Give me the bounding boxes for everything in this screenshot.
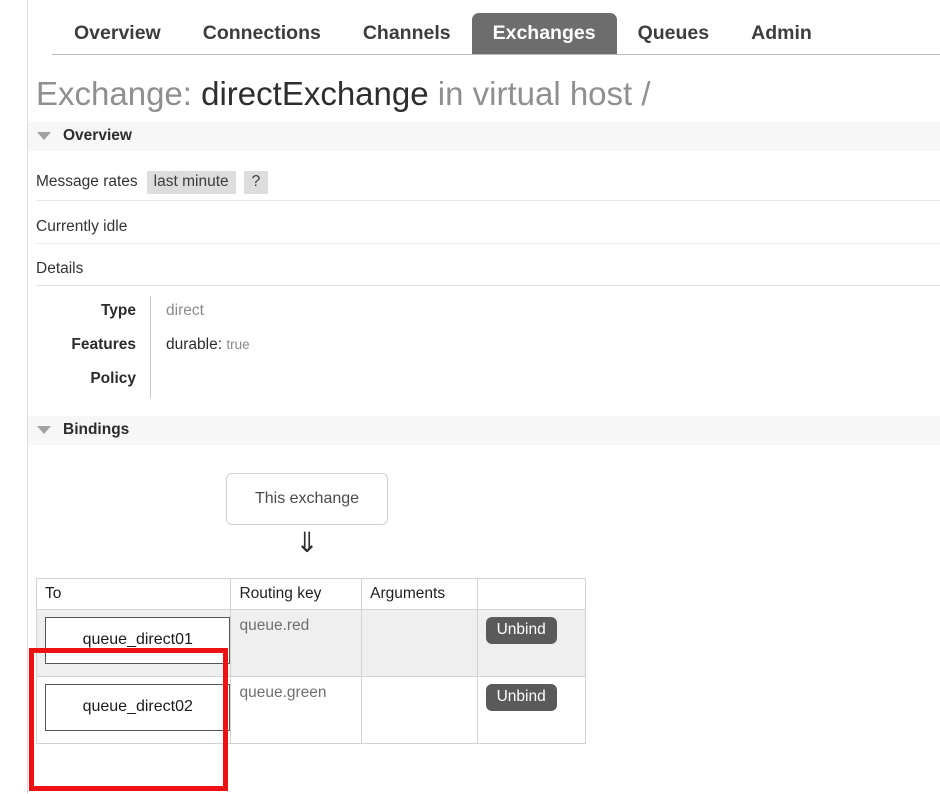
queue-link-box[interactable]: queue_direct01 — [45, 616, 231, 664]
routing-key-cell: queue.red — [230, 608, 363, 677]
bindings-col-header — [476, 577, 587, 610]
nav-tab-channels[interactable]: Channels — [342, 13, 472, 56]
overview-section-body: Message rates last minute ? Currently id… — [28, 151, 940, 398]
queue-link-box[interactable]: queue_direct02 — [45, 683, 231, 731]
bindings-table-wrapper: To Routing key Arguments queue_direct01 que… — [35, 577, 587, 744]
bindings-section-label: Bindings — [63, 421, 130, 439]
details-row: Policy — [36, 363, 940, 398]
details-key: Features — [71, 335, 136, 353]
down-arrow-icon: ⇓ — [295, 526, 319, 558]
nav-tab-overview[interactable]: Overview — [53, 13, 182, 56]
unbind-button[interactable]: Unbind — [485, 616, 557, 644]
details-key: Type — [100, 301, 136, 319]
details-value: direct — [150, 295, 940, 330]
arguments-cell — [361, 608, 478, 677]
unbind-button[interactable]: Unbind — [485, 683, 557, 711]
action-cell: Unbind — [476, 608, 587, 677]
message-rates-label: Message rates — [36, 173, 138, 191]
details-value: durable: true — [150, 329, 940, 364]
action-cell: Unbind — [476, 675, 587, 744]
bindings-table-header-row: To Routing key Arguments — [35, 577, 587, 610]
details-key: Policy — [90, 369, 136, 387]
bindings-col-header: Routing key — [230, 577, 363, 610]
triangle-down-icon[interactable] — [37, 132, 51, 141]
help-chip[interactable]: ? — [243, 170, 269, 194]
bindings-table-body: queue_direct01 queue.red Unbind queue_direc… — [35, 608, 587, 744]
bindings-table: To Routing key Arguments queue_direct01 que… — [35, 577, 587, 744]
routing-key-cell: queue.green — [230, 675, 363, 744]
table-row: queue_direct01 queue.red Unbind — [35, 608, 587, 677]
nav-tab-admin[interactable]: Admin — [730, 13, 833, 56]
source-exchange-box[interactable]: This exchange — [226, 472, 388, 525]
details-key-value-list: Type direct Features durable: true Policy — [36, 295, 940, 398]
nav-tab-exchanges[interactable]: Exchanges — [471, 12, 617, 55]
page-title: Exchange: directExchange in virtual host… — [28, 55, 940, 120]
rate-period-chip[interactable]: last minute — [146, 170, 236, 194]
table-row: queue_direct02 queue.green Unbind — [35, 675, 587, 744]
details-value-label: durable: — [166, 335, 223, 353]
bindings-section-body: This exchange ⇓ To Routing key Arguments q… — [28, 445, 940, 775]
nav-tab-queues[interactable]: Queues — [617, 13, 731, 56]
top-navigation-bar: Overview Connections Channels Exchanges Queu… — [0, 0, 940, 55]
bindings-col-header: To — [35, 577, 232, 610]
page-title-prefix: Exchange: — [36, 75, 192, 112]
main-content: Exchange: directExchange in virtual host… — [28, 55, 940, 775]
nav-tab-connections[interactable]: Connections — [182, 13, 342, 56]
details-value-flag: true — [226, 336, 250, 352]
bindings-section-header[interactable]: Bindings — [28, 415, 940, 445]
details-row: Type direct — [36, 295, 940, 330]
overview-section-header[interactable]: Overview — [28, 121, 940, 151]
details-label: Details — [36, 244, 940, 286]
binding-destination-cell: queue_direct01 — [35, 608, 232, 677]
binding-destination-cell: queue_direct02 — [35, 675, 232, 744]
overview-section-label: Overview — [63, 127, 132, 145]
arguments-cell — [361, 675, 478, 744]
details-row: Features durable: true — [36, 329, 940, 364]
nav-tab-list: Overview Connections Channels Exchanges Queu… — [27, 0, 940, 55]
details-value — [150, 363, 940, 398]
message-rates-row: Message rates last minute ? — [36, 151, 940, 201]
page-title-exchange-name: directExchange — [201, 75, 429, 112]
triangle-down-icon[interactable] — [37, 426, 51, 435]
status-text: Currently idle — [36, 201, 940, 244]
bindings-col-header: Arguments — [361, 577, 478, 610]
page-title-suffix: in virtual host / — [437, 75, 651, 112]
